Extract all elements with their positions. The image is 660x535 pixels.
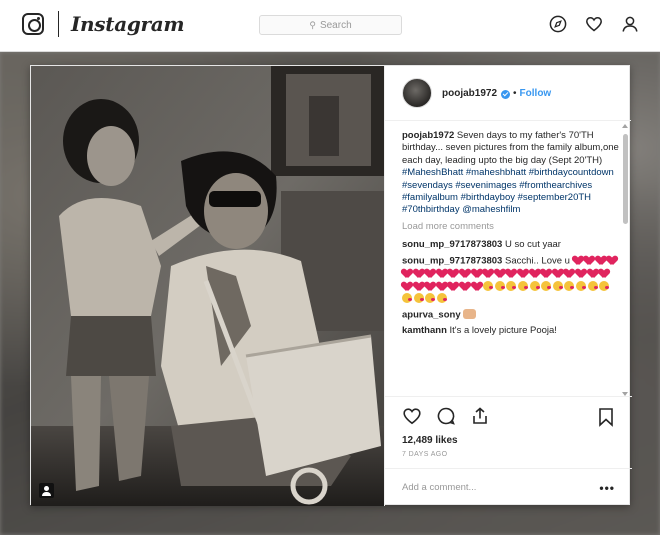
red-heart-emoji-icon xyxy=(564,268,574,278)
caption: poojab1972 Seven days to my father's 70'… xyxy=(402,130,620,217)
likes-count[interactable]: 12,489 likes xyxy=(402,435,615,446)
instagram-wordmark[interactable]: Instagram xyxy=(71,12,185,36)
post-actions: 12,489 likes 7 DAYS AGO Add a comment...… xyxy=(385,396,632,506)
red-heart-emoji-icon xyxy=(553,268,563,278)
brand-divider xyxy=(58,11,59,37)
follow-button[interactable]: Follow xyxy=(520,88,552,99)
red-heart-emoji-icon xyxy=(472,281,482,291)
comment-item: sonu_mp_9717873803 U so cut yaar xyxy=(402,239,620,251)
comment-username[interactable]: sonu_mp_9717873803 xyxy=(402,255,502,266)
red-heart-emoji-icon xyxy=(460,268,470,278)
kissing-face-emoji-icon xyxy=(402,293,412,304)
multiple-images-badge-icon xyxy=(39,483,54,498)
search-icon: ⚲ xyxy=(309,19,316,30)
search-box[interactable]: ⚲ Search xyxy=(259,15,402,35)
add-comment-input[interactable]: Add a comment... ••• xyxy=(385,468,632,506)
red-heart-emoji-icon xyxy=(599,268,609,278)
red-heart-emoji-icon xyxy=(518,268,528,278)
kissing-face-emoji-icon xyxy=(587,280,598,291)
kissing-face-emoji-icon xyxy=(541,280,552,291)
red-heart-emoji-icon xyxy=(414,281,424,291)
comment-item: sonu_mp_9717873803 Sacchi.. Love u xyxy=(402,255,620,307)
comments-scrollbar[interactable] xyxy=(622,124,629,396)
red-heart-emoji-icon xyxy=(437,281,447,291)
comment-item: kamthann It's a lovely picture Pooja! xyxy=(402,325,620,337)
red-heart-emoji-icon xyxy=(596,255,606,265)
comment-text: U so cut yaar xyxy=(504,239,561,251)
red-heart-emoji-icon xyxy=(483,268,493,278)
caption-username[interactable]: poojab1972 xyxy=(402,130,454,141)
comments-list[interactable]: poojab1972 Seven days to my father's 70'… xyxy=(385,122,632,396)
search-placeholder: Search xyxy=(319,19,352,31)
avatar[interactable] xyxy=(402,78,432,108)
red-heart-emoji-icon xyxy=(607,255,617,265)
comment-username[interactable]: apurva_sony xyxy=(402,310,461,321)
red-heart-emoji-icon xyxy=(588,268,598,278)
profile-person-icon[interactable] xyxy=(621,15,639,33)
red-heart-emoji-icon xyxy=(495,268,505,278)
red-heart-emoji-icon xyxy=(437,268,447,278)
red-heart-emoji-icon xyxy=(448,268,458,278)
add-comment-placeholder: Add a comment... xyxy=(402,482,477,493)
brand[interactable]: Instagram xyxy=(22,11,185,37)
comment-text: Sacchi.. Love u xyxy=(504,255,570,267)
verified-badge-icon xyxy=(501,89,511,99)
red-heart-emoji-icon xyxy=(584,255,594,265)
caption-hashtags[interactable]: #MaheshBhatt #maheshbhatt #birthdaycount… xyxy=(402,167,614,215)
instagram-logo-icon[interactable] xyxy=(22,13,44,35)
red-heart-emoji-icon xyxy=(425,281,435,291)
comment-username[interactable]: sonu_mp_9717873803 xyxy=(402,239,502,250)
kissing-face-emoji-icon xyxy=(552,280,563,291)
more-options-button[interactable]: ••• xyxy=(599,481,615,495)
red-heart-emoji-icon xyxy=(573,255,583,265)
red-heart-emoji-icon xyxy=(576,268,586,278)
post-photo[interactable] xyxy=(31,66,384,506)
kissing-face-emoji-icon xyxy=(575,280,586,291)
vintage-family-photo xyxy=(31,66,384,506)
clapping-hands-emoji-icon xyxy=(463,309,477,320)
bookmark-save-icon[interactable] xyxy=(597,407,615,432)
comment-text: It's a lovely picture Pooja! xyxy=(449,325,557,337)
red-heart-emoji-icon xyxy=(460,281,470,291)
red-heart-emoji-icon xyxy=(425,268,435,278)
load-more-comments-button[interactable]: Load more comments xyxy=(402,221,620,233)
red-heart-emoji-icon xyxy=(472,268,482,278)
kissing-face-emoji-icon xyxy=(494,280,505,291)
kissing-face-emoji-icon xyxy=(483,280,494,291)
kissing-face-emoji-icon xyxy=(564,280,575,291)
kissing-face-emoji-icon xyxy=(599,280,610,291)
red-heart-emoji-icon xyxy=(506,268,516,278)
activity-heart-icon[interactable] xyxy=(585,15,603,33)
red-heart-emoji-icon xyxy=(402,281,412,291)
red-heart-emoji-icon xyxy=(414,268,424,278)
post-timestamp: 7 DAYS AGO xyxy=(402,451,448,458)
like-heart-icon[interactable] xyxy=(402,406,422,431)
post-sidebar: poojab1972 • Follow poojab1972 Seven day… xyxy=(384,66,632,506)
kissing-face-emoji-icon xyxy=(529,280,540,291)
kissing-face-emoji-icon xyxy=(436,293,447,304)
scroll-up-arrow-icon[interactable] xyxy=(622,124,628,128)
red-heart-emoji-icon xyxy=(402,268,412,278)
comment-item: apurva_sony xyxy=(402,309,620,322)
share-icon[interactable] xyxy=(470,406,490,431)
red-heart-emoji-icon xyxy=(541,268,551,278)
top-navigation-bar: Instagram ⚲ Search xyxy=(0,0,660,52)
scroll-thumb[interactable] xyxy=(623,134,628,224)
action-icons-row xyxy=(402,406,615,432)
post-username[interactable]: poojab1972 xyxy=(442,88,497,99)
comment-bubble-icon[interactable] xyxy=(436,406,456,431)
post-header: poojab1972 • Follow xyxy=(385,66,631,121)
kissing-face-emoji-icon xyxy=(506,280,517,291)
explore-compass-icon[interactable] xyxy=(549,15,567,33)
red-heart-emoji-icon xyxy=(530,268,540,278)
kissing-face-emoji-icon xyxy=(413,293,424,304)
separator-dot: • xyxy=(513,87,517,99)
kissing-face-emoji-icon xyxy=(425,293,436,304)
nav-icons xyxy=(549,15,639,33)
red-heart-emoji-icon xyxy=(448,281,458,291)
comment-username[interactable]: kamthann xyxy=(402,325,447,336)
post-modal: poojab1972 • Follow poojab1972 Seven day… xyxy=(30,65,632,506)
kissing-face-emoji-icon xyxy=(517,280,528,291)
